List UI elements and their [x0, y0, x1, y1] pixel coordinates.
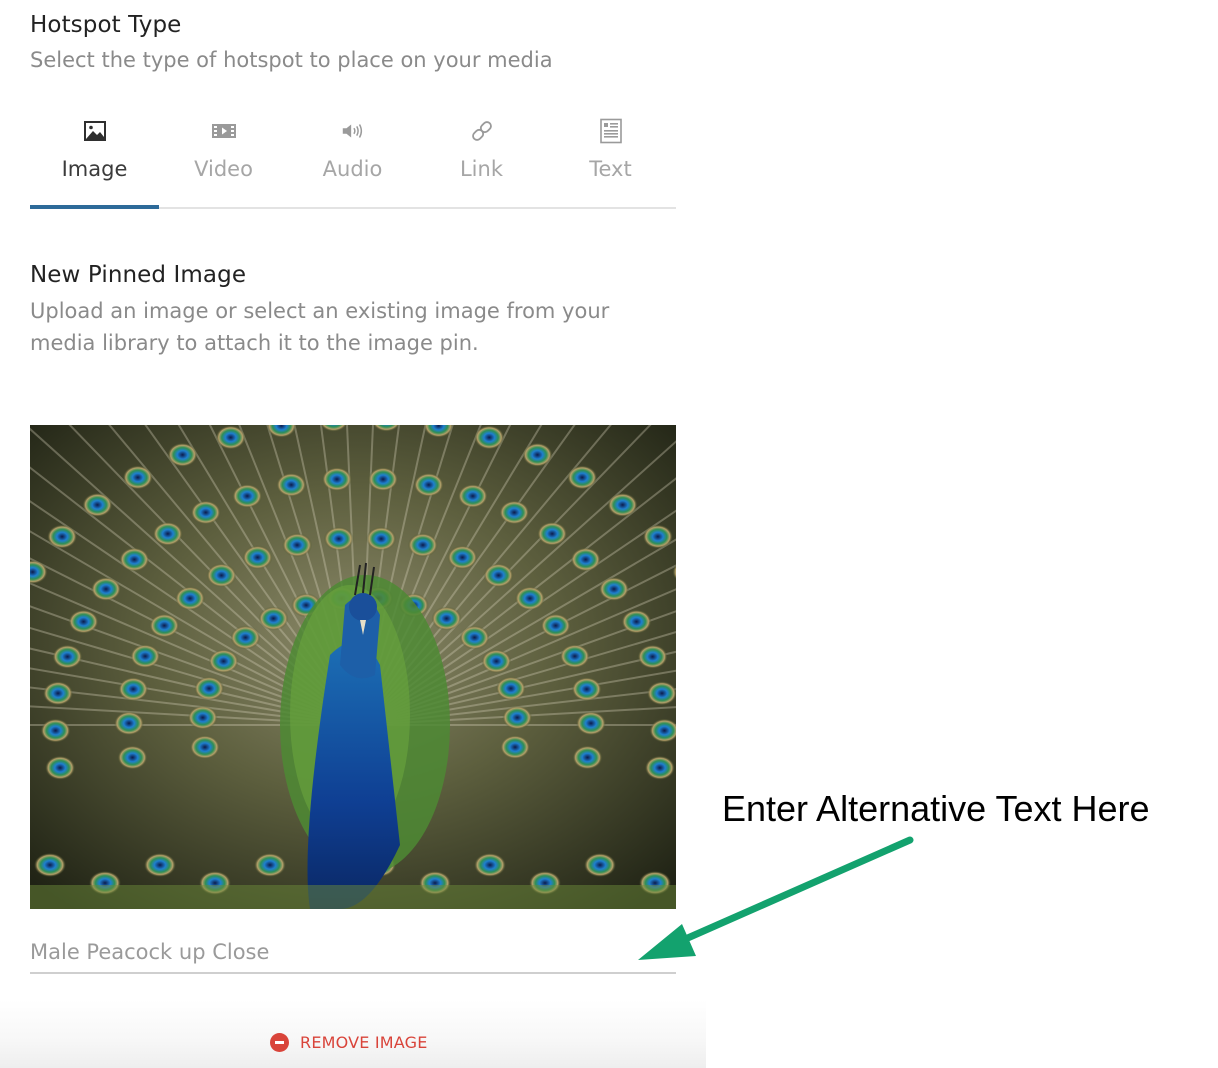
- hotspot-type-description: Select the type of hotspot to place on y…: [30, 48, 553, 72]
- tab-text-label: Text: [589, 157, 632, 181]
- remove-circle-icon: [270, 1032, 289, 1052]
- tab-image-label: Image: [61, 157, 128, 181]
- link-icon: [469, 118, 495, 144]
- tab-video-label: Video: [194, 157, 253, 181]
- hotspot-panel: Hotspot Type Select the type of hotspot …: [0, 0, 706, 1068]
- peacock-photo: [30, 425, 676, 909]
- tab-link[interactable]: Link: [417, 110, 546, 207]
- alt-text-input[interactable]: [30, 932, 676, 974]
- tab-link-label: Link: [459, 157, 503, 181]
- text-icon: [598, 118, 624, 144]
- pinned-image-title: New Pinned Image: [30, 262, 247, 288]
- arrow-icon: [638, 836, 914, 960]
- remove-image-label: REMOVE IMAGE: [300, 1032, 428, 1052]
- hotspot-type-tabs: Image Video Audio Link Text: [30, 110, 676, 209]
- tab-text[interactable]: Text: [546, 110, 675, 207]
- image-icon: [82, 118, 108, 144]
- hotspot-type-title: Hotspot Type: [30, 12, 182, 38]
- tab-image[interactable]: Image: [30, 110, 159, 209]
- pinned-image-description-line2: media library to attach it to the image …: [30, 331, 479, 355]
- tab-audio-label: Audio: [322, 157, 383, 181]
- tab-audio[interactable]: Audio: [288, 110, 417, 207]
- tab-video[interactable]: Video: [159, 110, 288, 207]
- audio-icon: [340, 118, 366, 144]
- video-icon: [211, 118, 237, 144]
- pinned-image-preview[interactable]: [30, 425, 676, 909]
- remove-image-button[interactable]: REMOVE IMAGE: [270, 1030, 428, 1054]
- pinned-image-description-line1: Upload an image or select an existing im…: [30, 299, 610, 323]
